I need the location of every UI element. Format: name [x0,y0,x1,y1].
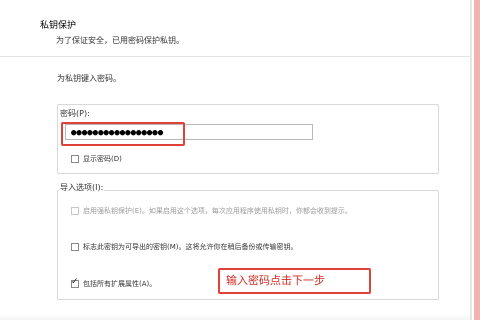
extended-properties-checkbox[interactable] [71,277,79,288]
show-password-label: 显示密码(D) [83,155,122,163]
instruction-callout: 输入密码点击下一步 [218,268,371,294]
page-subtitle: 为了保证安全，已用密码保护私钥。 [56,36,184,45]
window-edge [474,0,480,320]
bottom-edge [0,314,472,320]
window-border [470,0,472,320]
password-highlight-box [61,122,185,146]
header-divider [0,56,472,57]
exportable-key-label: 标志此密钥为可导出的密钥(M)。这将允许你在稍后备份或传输密钥。 [83,243,298,251]
strong-protection-label: 启用强私钥保护(E)。如果启用这个选项，每次应用程序使用私钥时，你都会收到提示。 [83,207,352,215]
password-label: 密码(P): [59,108,91,119]
intro-text: 为私钥键入密码。 [57,74,121,83]
import-options-label: 导入选项(I): [59,182,105,193]
exportable-key-checkbox[interactable] [71,243,79,251]
extended-properties-label: 包括所有扩展属性(A)。 [83,280,157,288]
show-password-checkbox[interactable] [71,155,79,163]
private-key-protection-panel: 私钥保护 为了保证安全，已用密码保护私钥。 为私钥键入密码。 密码(P): ●●… [0,0,474,320]
page-title: 私钥保护 [40,21,77,31]
strong-protection-checkbox[interactable] [71,207,79,215]
